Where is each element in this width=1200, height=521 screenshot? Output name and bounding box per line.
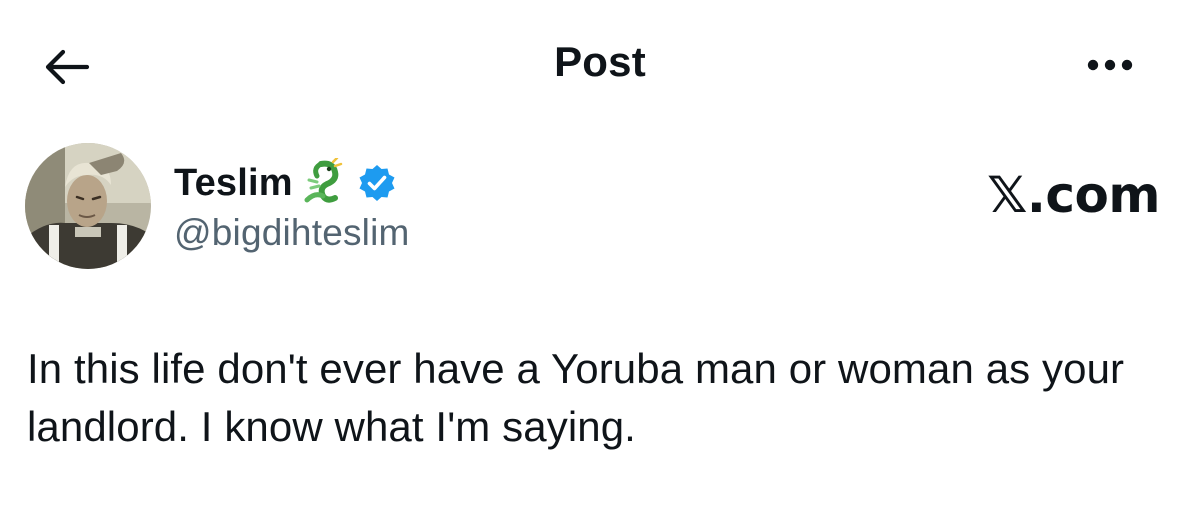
page-title: Post <box>554 38 646 85</box>
verified-badge-icon <box>359 165 395 201</box>
name-row: Teslim <box>174 158 410 208</box>
arrow-left-icon <box>45 49 90 85</box>
back-button[interactable] <box>38 42 94 92</box>
more-options-button[interactable] <box>1078 42 1142 88</box>
user-handle[interactable]: @bigdihteslim <box>174 212 410 254</box>
more-horizontal-icon <box>1087 59 1133 71</box>
avatar[interactable] <box>25 143 151 269</box>
top-navigation-bar: Post <box>0 0 1200 130</box>
profile-picture <box>25 143 151 269</box>
post-text: In this life don't ever have a Yoruba ma… <box>27 345 1125 450</box>
display-name[interactable]: Teslim <box>174 162 293 205</box>
author-block[interactable]: Teslim @bigdihteslim <box>174 158 410 254</box>
x-com-watermark: 𝕏.com <box>987 166 1160 224</box>
dragon-emoji-icon <box>304 158 343 203</box>
